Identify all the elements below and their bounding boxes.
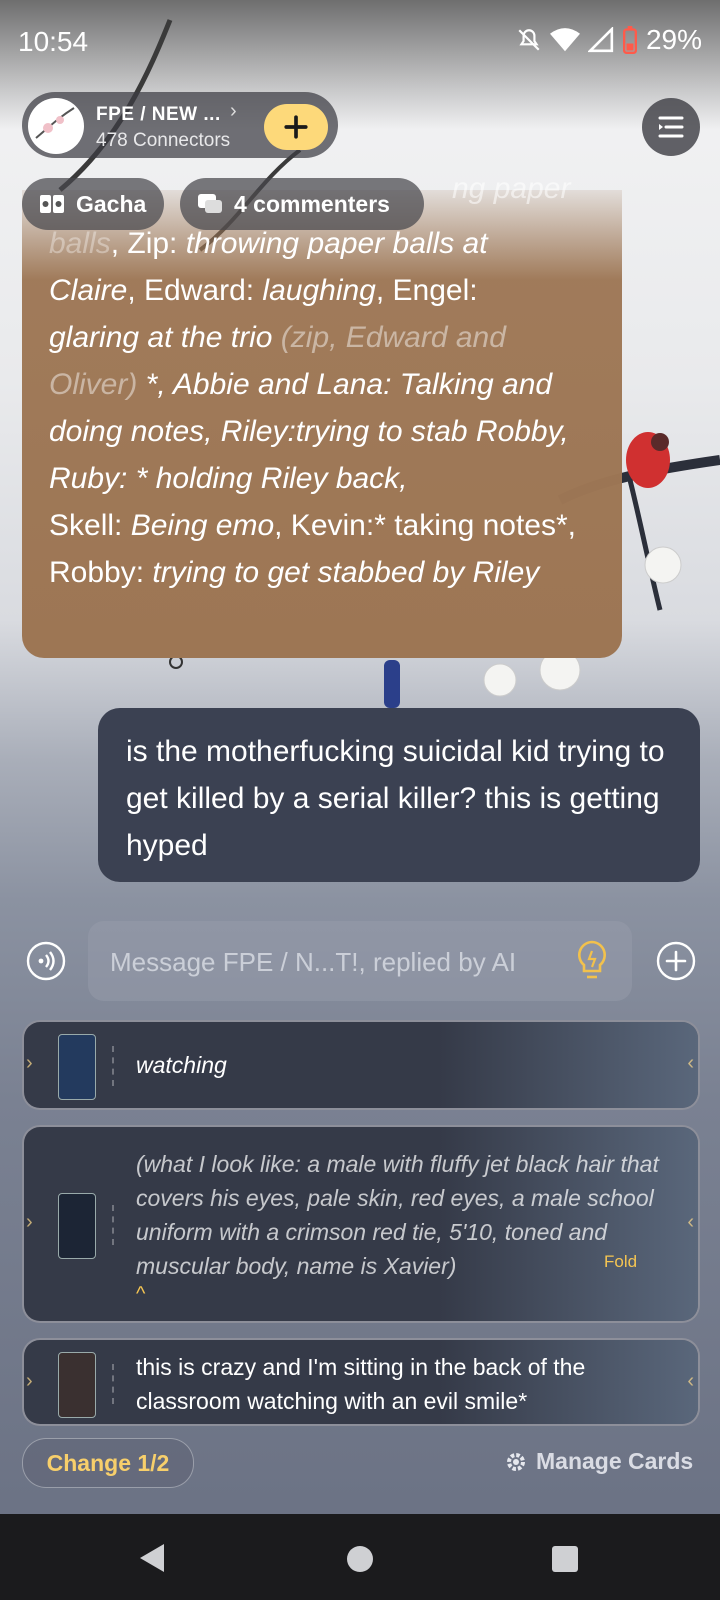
- lightbulb-icon[interactable]: [574, 939, 610, 983]
- ai-segment: Claire: [49, 274, 128, 307]
- mute-icon: [518, 29, 540, 51]
- card-divider: [112, 1205, 114, 1245]
- group-avatar: [28, 98, 84, 154]
- status-icons: 29%: [516, 24, 702, 56]
- recents-icon[interactable]: [552, 1546, 578, 1572]
- menu-button[interactable]: [642, 98, 700, 156]
- ai-message-text: balls, Zip: throwing paper balls at Clai…: [49, 220, 599, 596]
- suggestion-card[interactable]: › ‹ this is crazy and I'm sitting in the…: [22, 1338, 700, 1426]
- fold-button[interactable]: Fold: [604, 1252, 637, 1272]
- ai-segment: , Engel:: [375, 274, 478, 307]
- add-button[interactable]: [264, 104, 328, 150]
- manage-cards-button[interactable]: Manage Cards: [504, 1448, 693, 1475]
- card-edge-right-icon: ‹: [687, 1052, 694, 1074]
- plus-icon: [284, 115, 308, 139]
- ai-segment: Skell:: [49, 509, 131, 542]
- voice-icon[interactable]: [26, 941, 66, 981]
- user-message-bubble[interactable]: is the motherfucking suicidal kid trying…: [98, 708, 700, 882]
- suggestion-card[interactable]: › ‹ watching: [22, 1020, 700, 1110]
- ai-message-faded-top: ng paper: [452, 172, 571, 205]
- ai-segment: balls: [49, 227, 111, 260]
- ai-segment: laughing: [262, 274, 376, 307]
- card-edge-right-icon: ‹: [687, 1211, 694, 1233]
- back-icon[interactable]: [138, 1542, 166, 1574]
- chevron-right-icon: ›: [230, 100, 237, 122]
- status-time: 10:54: [18, 26, 89, 57]
- card-divider: [112, 1364, 114, 1404]
- connector-count: 478 Connectors: [96, 130, 231, 151]
- card-edge-left-icon: ›: [26, 1052, 33, 1074]
- card-thumbnail: [58, 1352, 96, 1418]
- change-button[interactable]: Change 1/2: [22, 1438, 194, 1488]
- gacha-chip[interactable]: Gacha: [22, 178, 164, 230]
- signal-icon: [587, 27, 614, 53]
- manage-cards-label: Manage Cards: [536, 1448, 694, 1474]
- battery-icon: [622, 26, 637, 54]
- card-edge-right-icon: ‹: [687, 1370, 694, 1392]
- card-edge-left-icon: ›: [26, 1370, 33, 1392]
- card-thumbnail: [58, 1034, 96, 1100]
- gacha-icon: [40, 195, 64, 213]
- card-text: (what I look like: a male with fluffy je…: [136, 1151, 659, 1279]
- wifi-icon: [549, 28, 580, 52]
- ai-message-bubble[interactable]: balls, Zip: throwing paper balls at Clai…: [22, 190, 622, 658]
- chat-icon: [198, 194, 222, 213]
- card-text: watching: [136, 1052, 227, 1078]
- suggestion-card[interactable]: › ‹ (what I look like: a male with fluff…: [22, 1125, 700, 1323]
- user-message-text: is the motherfucking suicidal kid trying…: [126, 735, 665, 862]
- menu-icon: [658, 116, 684, 138]
- ai-segment: , Zip:: [110, 227, 186, 260]
- collapse-chevron-icon[interactable]: ^: [136, 1283, 145, 1306]
- gacha-label: Gacha: [76, 190, 147, 217]
- ai-segment: glaring at the trio: [49, 321, 281, 354]
- add-circle-icon[interactable]: [656, 941, 696, 981]
- ai-segment: throwing paper balls at: [185, 227, 488, 260]
- commenters-chip[interactable]: 4 commenters: [180, 178, 424, 230]
- ai-segment: trying to get stabbed by Riley: [152, 556, 540, 589]
- card-thumbnail: [58, 1193, 96, 1259]
- card-background-art: [438, 1022, 698, 1108]
- commenters-label: 4 commenters: [234, 190, 390, 217]
- group-name: FPE / NEW ...: [96, 104, 221, 125]
- card-divider: [112, 1046, 114, 1086]
- status-bar: 10:54 29%: [0, 0, 720, 88]
- home-icon[interactable]: [347, 1546, 373, 1572]
- card-text: this is crazy and I'm sitting in the bac…: [136, 1354, 586, 1414]
- ai-segment: Being emo: [130, 509, 275, 542]
- battery-level: 29%: [645, 24, 702, 55]
- card-edge-left-icon: ›: [26, 1211, 33, 1233]
- message-input-container[interactable]: [88, 921, 632, 1001]
- message-input[interactable]: [108, 939, 552, 985]
- gear-icon: [507, 1452, 525, 1471]
- ai-segment: , Edward:: [127, 274, 263, 307]
